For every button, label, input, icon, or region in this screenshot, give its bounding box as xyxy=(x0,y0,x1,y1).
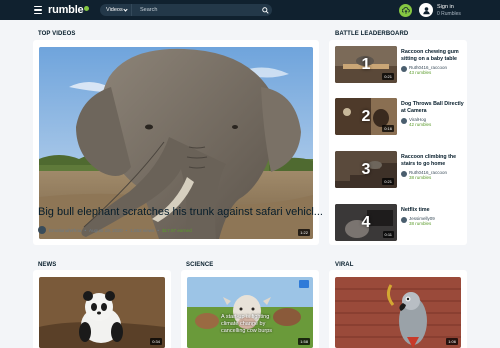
panda-image xyxy=(39,277,165,348)
chevron-down-icon xyxy=(123,6,128,12)
rumbles-count: 0 Rumbles xyxy=(437,11,461,17)
leaderboard-item[interactable]: 1 0:21 Raccoon chewing gum sitting on a … xyxy=(335,46,465,83)
leaderboard-item[interactable]: 4 0:11 Netflix time Jessimelly09 38 rumbl… xyxy=(335,204,465,241)
top-navigation-bar: rumble Videos Sign in 0 Rumbles xyxy=(0,0,500,20)
video-duration: 0:34 xyxy=(150,338,162,345)
leaderboard-thumbnail[interactable]: 2 0:16 xyxy=(335,98,397,135)
meta-separator: • xyxy=(157,227,159,233)
rumbles-count: 42 rumbles xyxy=(409,122,432,127)
logo-dot xyxy=(84,5,90,11)
leaderboard-title[interactable]: Raccoon climbing the stairs to go home xyxy=(401,154,465,168)
leaderboard-item[interactable]: 2 0:16 Dog Throws Ball Directly at Camer… xyxy=(335,98,465,135)
news-heading: NEWS xyxy=(38,262,57,268)
rumbles-count: 38 rumbles xyxy=(409,175,432,180)
search-icon xyxy=(261,6,269,14)
science-card[interactable]: A start-up is fighting climate change by… xyxy=(181,270,319,348)
rumbles-count: 43 rumbles xyxy=(409,70,432,75)
viral-thumbnail[interactable]: 1:06 xyxy=(335,277,461,348)
video-duration: 0:11 xyxy=(382,231,394,238)
parrot-image xyxy=(335,277,461,348)
leaderboard-channel: Ruth0416_raccoon 38 rumbles xyxy=(401,170,447,180)
search-bar: Videos xyxy=(100,4,272,16)
channel-avatar[interactable] xyxy=(401,171,407,177)
search-button[interactable] xyxy=(258,4,272,16)
upload-button[interactable] xyxy=(399,4,412,17)
channel-avatar[interactable] xyxy=(401,66,407,72)
battle-leaderboard: 1 0:21 Raccoon chewing gum sitting on a … xyxy=(329,40,467,245)
rumbles-count: 38 rumbles xyxy=(409,221,432,226)
menu-icon[interactable] xyxy=(34,6,42,14)
search-input[interactable] xyxy=(132,4,258,16)
leaderboard-thumbnail[interactable]: 3 0:21 xyxy=(335,151,397,188)
leaderboard-title[interactable]: Netflix time xyxy=(401,207,465,214)
channel-avatar[interactable] xyxy=(401,217,407,223)
leaderboard-title[interactable]: Dog Throws Ball Directly at Camera xyxy=(401,101,465,115)
video-duration: 0:21 xyxy=(382,73,394,80)
leaderboard-channel: ViralHog 42 rumbles xyxy=(401,117,431,127)
channel-name[interactable]: EmotionalWhoa xyxy=(49,228,81,233)
signin-label: Sign in xyxy=(437,4,454,10)
cows-image xyxy=(187,277,313,348)
video-duration: 0:21 xyxy=(382,178,394,185)
leaderboard-title[interactable]: Raccoon chewing gum sitting on a baby ta… xyxy=(401,49,465,63)
meta-separator: • xyxy=(125,227,128,233)
science-heading: SCIENCE xyxy=(186,262,214,268)
news-card[interactable]: 0:34 xyxy=(33,270,171,348)
video-caption: A start-up is fighting climate change by… xyxy=(221,314,273,334)
meta-separator: • xyxy=(84,227,87,233)
science-thumbnail[interactable]: A start-up is fighting climate change by… xyxy=(187,277,313,348)
channel-avatar[interactable] xyxy=(38,226,46,234)
top-video-meta: EmotionalWhoa • August 19, 2020 • 1,552 … xyxy=(38,226,192,234)
video-duration: 1:22 xyxy=(298,229,310,236)
news-thumbnail[interactable]: 0:34 xyxy=(39,277,165,348)
rumble-logo[interactable]: rumble xyxy=(48,3,90,17)
video-duration: 0:16 xyxy=(382,125,394,132)
leaderboard-item[interactable]: 3 0:21 Raccoon climbing the stairs to go… xyxy=(335,151,465,188)
leaderboard-thumbnail[interactable]: 1 0:21 xyxy=(335,46,397,83)
channel-avatar[interactable] xyxy=(401,118,407,124)
signin-link[interactable]: Sign in 0 Rumbles xyxy=(437,4,461,17)
leaderboard-channel: Ruth0416_raccoon 43 rumbles xyxy=(401,65,447,75)
top-videos-heading: TOP VIDEOS xyxy=(38,31,76,37)
viral-card[interactable]: 1:06 xyxy=(329,270,467,348)
video-duration: 1:58 xyxy=(298,338,310,345)
user-avatar-button[interactable] xyxy=(419,3,433,17)
leaderboard-channel: Jessimelly09 38 rumbles xyxy=(401,216,435,226)
leaderboard-thumbnail[interactable]: 4 0:11 xyxy=(335,204,397,241)
upload-icon xyxy=(401,6,410,14)
video-duration: 1:06 xyxy=(446,338,458,345)
top-video-title[interactable]: Big bull elephant scratches his trunk ag… xyxy=(38,206,323,218)
video-earned: $17.97 earned xyxy=(162,227,192,233)
logo-text: rumble xyxy=(48,4,84,16)
search-category-label: Videos xyxy=(106,7,123,13)
video-views: 1,552 views xyxy=(130,227,155,233)
video-date: August 19, 2020 xyxy=(89,227,123,233)
search-category-select[interactable]: Videos xyxy=(100,4,132,16)
leaderboard-heading: BATTLE LEADERBOARD xyxy=(335,31,409,37)
viral-heading: VIRAL xyxy=(335,262,354,268)
user-icon xyxy=(422,6,430,14)
